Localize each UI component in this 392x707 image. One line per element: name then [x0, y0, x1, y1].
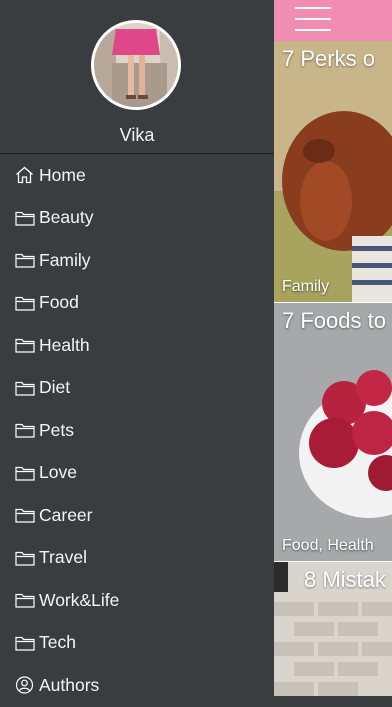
navigation-drawer: Vika Home Beauty Family Food Health Diet… [0, 0, 274, 696]
menu-item-label: Authors [39, 674, 100, 695]
article-title: 7 Foods to [282, 308, 386, 333]
profile-name: Vika [119, 125, 155, 145]
avatar[interactable] [91, 20, 181, 110]
article-card[interactable]: 7 Perks o Family [274, 41, 392, 302]
menu-item-food[interactable]: Food [0, 282, 274, 325]
folder-icon [15, 251, 35, 269]
menu-item-label: Work&Life [39, 589, 120, 610]
user-circle-icon [15, 676, 35, 694]
menu-item-pets[interactable]: Pets [0, 409, 274, 452]
menu-item-beauty[interactable]: Beauty [0, 197, 274, 240]
menu-item-label: Beauty [39, 207, 94, 228]
menu-item-health[interactable]: Health [0, 324, 274, 367]
article-category: Family [282, 278, 330, 295]
folder-icon [15, 506, 35, 524]
article-category: Food, Health [282, 537, 374, 554]
menu-item-label: Career [39, 504, 93, 525]
article-title: 7 Perks o [282, 46, 375, 71]
folder-icon [15, 549, 35, 567]
folder-icon [15, 294, 35, 312]
menu-item-authors[interactable]: Authors [0, 664, 274, 707]
feed-panel: 7 Perks o Family 7 Foods to Food, Health [274, 0, 392, 696]
article-image [274, 41, 392, 302]
article-card[interactable]: 7 Foods to Food, Health [274, 303, 392, 561]
menu-item-work-life[interactable]: Work&Life [0, 579, 274, 622]
menu-item-label: Food [39, 292, 79, 313]
menu-item-love[interactable]: Love [0, 452, 274, 495]
menu-item-label: Diet [39, 377, 71, 398]
article-card[interactable]: 8 Mistak [274, 562, 392, 696]
folder-icon [15, 209, 35, 227]
article-image [274, 303, 392, 561]
folder-icon [15, 421, 35, 439]
folder-icon [15, 336, 35, 354]
folder-icon [15, 591, 35, 609]
menu-item-label: Home [39, 164, 86, 185]
folder-icon [15, 464, 35, 482]
menu-item-career[interactable]: Career [0, 494, 274, 537]
menu-item-family[interactable]: Family [0, 239, 274, 282]
folder-icon [15, 634, 35, 652]
menu-item-label: Health [39, 334, 90, 355]
menu-item-label: Family [39, 249, 91, 270]
menu-item-label: Love [39, 462, 77, 483]
home-icon [15, 166, 35, 184]
menu-item-home[interactable]: Home [0, 154, 274, 197]
menu-item-diet[interactable]: Diet [0, 367, 274, 410]
menu-item-label: Pets [39, 419, 75, 440]
folder-icon [15, 379, 35, 397]
menu-item-label: Travel [39, 547, 87, 568]
menu-item-travel[interactable]: Travel [0, 537, 274, 580]
menu-item-tech[interactable]: Tech [0, 622, 274, 665]
drawer-menu: Home Beauty Family Food Health Diet Pets… [0, 154, 274, 707]
top-bar [274, 0, 392, 41]
menu-item-label: Tech [39, 632, 76, 653]
profile-header: Vika [0, 0, 274, 154]
hamburger-menu-icon[interactable] [295, 7, 331, 33]
article-title: 8 Mistak [304, 567, 386, 592]
